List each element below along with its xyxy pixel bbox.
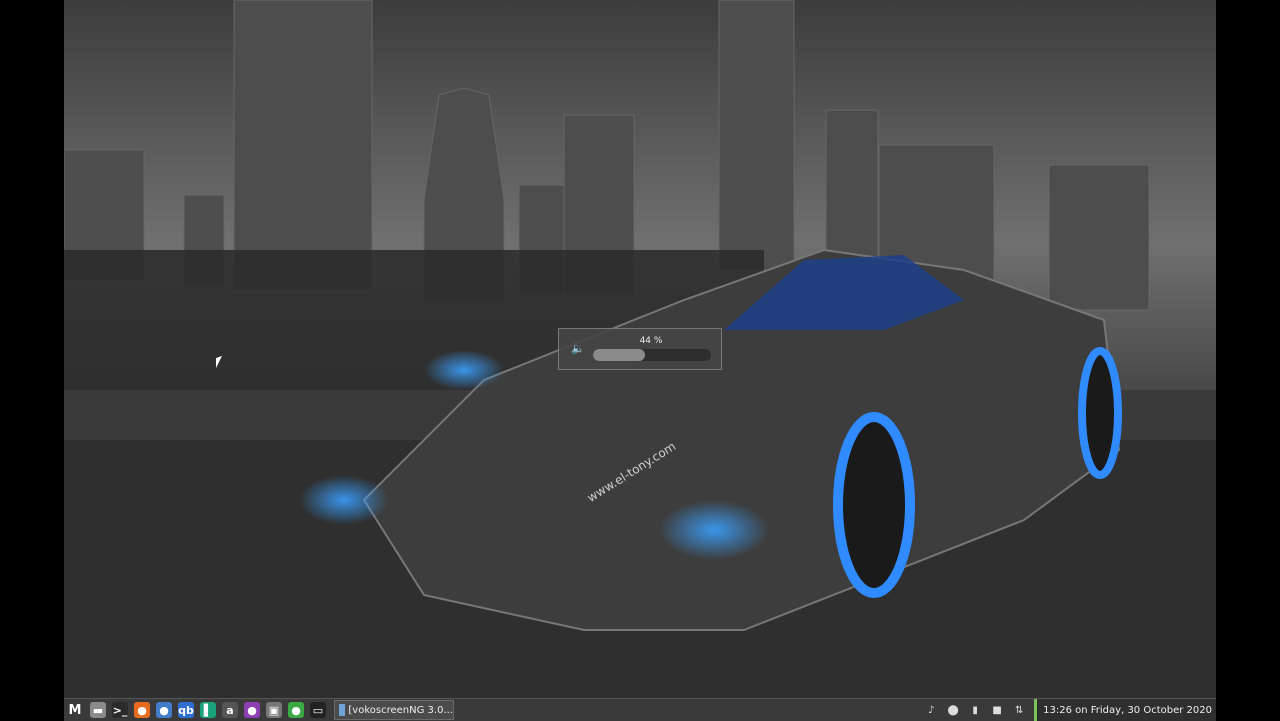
amazon-icon[interactable]: a <box>222 702 238 718</box>
volume-bar <box>593 349 711 361</box>
media-player-icon[interactable]: ● <box>244 702 260 718</box>
taskbar: M ▬ >_ ● ● qb ▌ a ● ▣ ● ▭ [vokoscreenNG 3.0... ♪ ⬤ ▮ ■… <box>64 698 1216 721</box>
window-title: [vokoscreenNG 3.0... <box>348 704 453 716</box>
firefox-icon[interactable]: ● <box>134 702 150 718</box>
image-viewer-icon[interactable]: ▣ <box>266 702 282 718</box>
volume-osd: 🔈 44 % <box>558 328 722 370</box>
qbittorrent-icon[interactable]: qb <box>178 702 194 718</box>
thunderbird-icon[interactable]: ● <box>156 702 172 718</box>
updater-icon[interactable]: ● <box>288 702 304 718</box>
files-icon[interactable]: ▬ <box>90 702 106 718</box>
menu-icon[interactable]: M <box>66 702 84 718</box>
panel-launchers: M ▬ >_ ● ● qb ▌ a ● ▣ ● ▭ <box>64 702 326 718</box>
clipboard-tray-icon[interactable]: ▮ <box>968 703 982 717</box>
volume-percent: 44 % <box>639 336 663 346</box>
window-list-button[interactable]: [vokoscreenNG 3.0... <box>334 700 454 720</box>
vokoscreen-icon <box>339 704 346 716</box>
system-tray: ♪ ⬤ ▮ ■ ⇅ 13:26 on Friday, 30 October 2020 <box>924 699 1216 721</box>
update-tray-icon[interactable]: ⬤ <box>946 703 960 717</box>
record-tray-icon[interactable]: ■ <box>990 703 1004 717</box>
network-tray-icon[interactable]: ⇅ <box>1012 703 1026 717</box>
volume-tray-icon[interactable]: ♪ <box>924 703 938 717</box>
editor-icon[interactable]: ▌ <box>200 702 216 718</box>
speaker-icon: 🔈 <box>571 342 585 355</box>
show-desktop-icon[interactable]: ▭ <box>310 702 326 718</box>
clock[interactable]: 13:26 on Friday, 30 October 2020 <box>1034 699 1216 721</box>
volume-bar-fill <box>593 349 645 361</box>
terminal-icon[interactable]: >_ <box>112 702 128 718</box>
